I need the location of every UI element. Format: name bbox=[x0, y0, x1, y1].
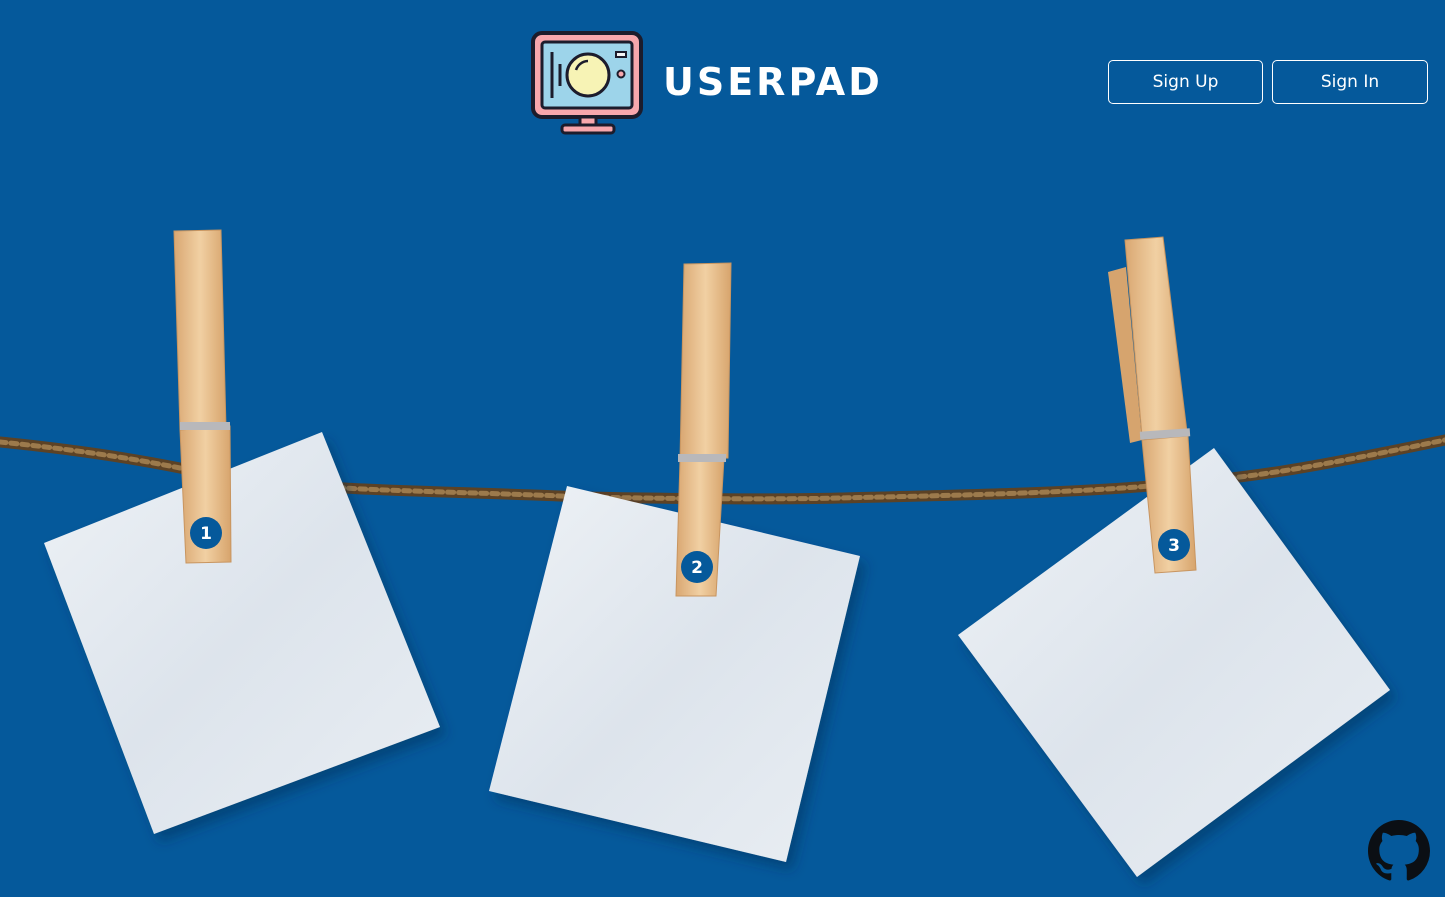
note-number-3: 3 bbox=[1168, 536, 1180, 556]
clothesline-hero-illustration: 1 2 3 bbox=[0, 229, 1445, 877]
note-card-2[interactable]: 2 bbox=[489, 262, 860, 862]
note-number-2: 2 bbox=[691, 558, 703, 578]
note-card-3[interactable]: 3 bbox=[958, 236, 1390, 877]
github-icon[interactable] bbox=[1368, 820, 1430, 882]
note-number-1: 1 bbox=[200, 524, 212, 544]
note-card-1[interactable]: 1 bbox=[44, 229, 440, 834]
